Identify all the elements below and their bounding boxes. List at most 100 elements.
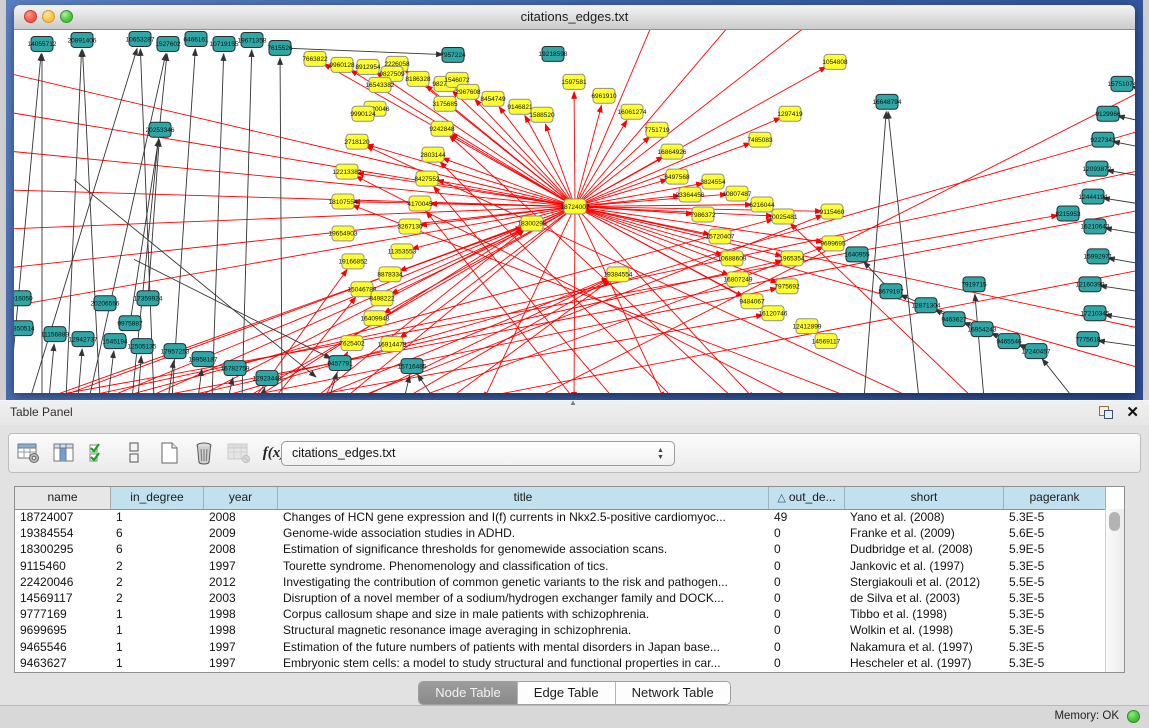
graph-node[interactable]: 10719155 bbox=[210, 36, 239, 51]
graph-node[interactable]: 9457791 bbox=[327, 356, 353, 371]
tab-edge-table[interactable]: Edge Table bbox=[518, 682, 616, 704]
graph-node[interactable]: 1597581 bbox=[561, 74, 587, 89]
graph-node[interactable]: 17957253 bbox=[161, 344, 190, 359]
graph-node[interactable]: 15751074 bbox=[1108, 76, 1135, 91]
table-row[interactable]: 977716911998Corpus callosum shape and si… bbox=[15, 606, 1106, 622]
graph-node[interactable]: 16807249 bbox=[724, 272, 753, 287]
table-row[interactable]: 2242004622012Investigating the contribut… bbox=[15, 574, 1106, 590]
column-header-title[interactable]: title bbox=[278, 487, 769, 509]
graph-node[interactable]: 8427552 bbox=[414, 171, 440, 186]
graph-node[interactable]: 7663822 bbox=[302, 51, 328, 66]
graph-node[interactable]: 8350514 bbox=[14, 321, 35, 336]
graph-node[interactable]: 10653287 bbox=[126, 31, 155, 46]
graph-node[interactable]: 6216044 bbox=[749, 197, 775, 212]
graph-node[interactable]: 16061274 bbox=[618, 104, 647, 119]
graph-node[interactable]: 1545194 bbox=[102, 334, 128, 349]
graph-node[interactable]: 8215953 bbox=[1055, 206, 1081, 221]
graph-node[interactable]: 14055712 bbox=[28, 36, 57, 51]
minimize-window-button[interactable] bbox=[42, 10, 55, 23]
graph-node[interactable]: 8878334 bbox=[377, 267, 403, 282]
column-header-name[interactable]: name bbox=[15, 487, 111, 509]
graph-node[interactable]: 11156889 bbox=[41, 327, 69, 342]
graph-node[interactable]: 12444194 bbox=[1079, 189, 1108, 204]
graph-node-hub[interactable]: 18724007 bbox=[561, 199, 590, 214]
graph-node[interactable]: 8454749 bbox=[480, 91, 506, 106]
graph-node[interactable]: 16914479 bbox=[378, 337, 407, 352]
graph-node[interactable]: 16210643 bbox=[1081, 219, 1110, 234]
graph-node[interactable]: 9699695 bbox=[820, 236, 846, 251]
close-panel-icon[interactable]: ✕ bbox=[1126, 403, 1139, 421]
table-scrollbar-thumb[interactable] bbox=[1109, 512, 1120, 531]
graph-node[interactable]: 8498222 bbox=[369, 291, 395, 306]
graph-node[interactable]: 2967608 bbox=[455, 84, 481, 99]
graph-node[interactable]: 12412899 bbox=[793, 319, 822, 334]
graph-node[interactable]: 7957224 bbox=[440, 47, 466, 62]
citation-network-graph[interactable]: 1405571220891406106532871527602646616110… bbox=[14, 30, 1135, 393]
graph-node[interactable]: 20206556 bbox=[91, 296, 120, 311]
graph-node[interactable]: 12942737 bbox=[69, 332, 98, 347]
graph-node[interactable]: 17240457 bbox=[1022, 344, 1051, 359]
graph-node[interactable]: 19958187 bbox=[189, 352, 218, 367]
graph-node[interactable]: 6497568 bbox=[664, 169, 690, 184]
graph-node[interactable]: 9990124 bbox=[350, 106, 376, 121]
column-header-pagerank[interactable]: pagerank bbox=[1004, 487, 1106, 509]
new-column-icon[interactable] bbox=[155, 439, 183, 467]
graph-node[interactable]: 8679197 bbox=[878, 284, 904, 299]
graph-node[interactable]: 3824554 bbox=[700, 174, 726, 189]
graph-node[interactable]: 1588520 bbox=[529, 107, 555, 122]
zoom-window-button[interactable] bbox=[60, 10, 73, 23]
graph-node[interactable]: 7485083 bbox=[747, 132, 773, 147]
graph-node[interactable]: 9463627 bbox=[941, 312, 967, 327]
table-row[interactable]: 1456911722003Disruption of a novel membe… bbox=[15, 590, 1106, 606]
tab-network-table[interactable]: Network Table bbox=[616, 682, 730, 704]
graph-node[interactable]: 1527602 bbox=[155, 36, 181, 51]
graph-node[interactable]: 20253346 bbox=[146, 122, 175, 137]
float-panel-icon[interactable] bbox=[1099, 406, 1113, 419]
graph-node[interactable]: 16954243 bbox=[968, 322, 997, 337]
select-rows-icon[interactable] bbox=[85, 439, 113, 467]
graph-node[interactable]: 11353553 bbox=[388, 244, 417, 259]
graph-node[interactable]: 1965354 bbox=[779, 251, 805, 266]
column-header-short[interactable]: short bbox=[845, 487, 1004, 509]
tab-node-table[interactable]: Node Table bbox=[419, 682, 518, 704]
graph-node[interactable]: 23364456 bbox=[676, 187, 705, 202]
close-window-button[interactable] bbox=[24, 10, 37, 23]
table-row[interactable]: 969969511998Structural magnetic resonanc… bbox=[15, 622, 1106, 638]
graph-node[interactable]: 12505135 bbox=[128, 339, 157, 354]
graph-node[interactable]: 2803144 bbox=[420, 147, 446, 162]
graph-node[interactable]: 9115460 bbox=[820, 204, 845, 219]
graph-node[interactable]: 6961910 bbox=[591, 88, 617, 103]
graph-node[interactable]: 9975887 bbox=[117, 316, 143, 331]
graph-node[interactable]: 15716485 bbox=[398, 359, 427, 374]
graph-node[interactable]: 9242848 bbox=[429, 121, 455, 136]
graph-node[interactable]: 7975692 bbox=[774, 279, 800, 294]
graph-node[interactable]: 16120746 bbox=[759, 306, 788, 321]
graph-node[interactable]: 3267130 bbox=[397, 219, 423, 234]
graph-node[interactable]: 18300295 bbox=[518, 216, 547, 231]
graph-node[interactable]: 6466161 bbox=[183, 31, 209, 46]
table-selector-dropdown[interactable]: citations_edges.txt ▲▼ bbox=[281, 441, 675, 466]
graph-node[interactable]: 20891406 bbox=[68, 32, 97, 47]
graph-node[interactable]: 8186328 bbox=[405, 71, 431, 86]
graph-node[interactable]: 9960128 bbox=[329, 57, 355, 72]
delete-columns-icon[interactable] bbox=[190, 439, 218, 467]
column-header-in_degree[interactable]: in_degree bbox=[111, 487, 204, 509]
graph-node[interactable]: 18107554 bbox=[329, 194, 358, 209]
table-scrollbar[interactable] bbox=[1105, 509, 1124, 672]
graph-node[interactable]: 1640955 bbox=[844, 247, 870, 262]
graph-node[interactable]: 9129966 bbox=[1095, 106, 1121, 121]
graph-node[interactable]: 14569117 bbox=[812, 334, 841, 349]
graph-node[interactable]: 12160399 bbox=[1076, 277, 1105, 292]
show-columns-icon[interactable] bbox=[50, 439, 78, 467]
panel-resize-handle[interactable]: ▲ bbox=[569, 399, 579, 407]
table-row[interactable]: 1938455462009Genome-wide association stu… bbox=[15, 525, 1106, 541]
graph-node[interactable]: 12923448 bbox=[253, 371, 282, 386]
graph-node[interactable]: 9227343 bbox=[1090, 132, 1116, 147]
graph-node[interactable]: 16648794 bbox=[873, 94, 902, 109]
graph-node[interactable]: 16864926 bbox=[658, 144, 687, 159]
graph-node[interactable]: 19671358 bbox=[238, 32, 267, 47]
network-canvas[interactable]: 1405571220891406106532871527602646616110… bbox=[14, 30, 1135, 393]
table-row[interactable]: 911546021997Tourette syndrome. Phenomeno… bbox=[15, 558, 1106, 574]
graph-node[interactable]: 2016050 bbox=[14, 291, 33, 306]
graph-node[interactable]: 10025481 bbox=[769, 209, 798, 224]
